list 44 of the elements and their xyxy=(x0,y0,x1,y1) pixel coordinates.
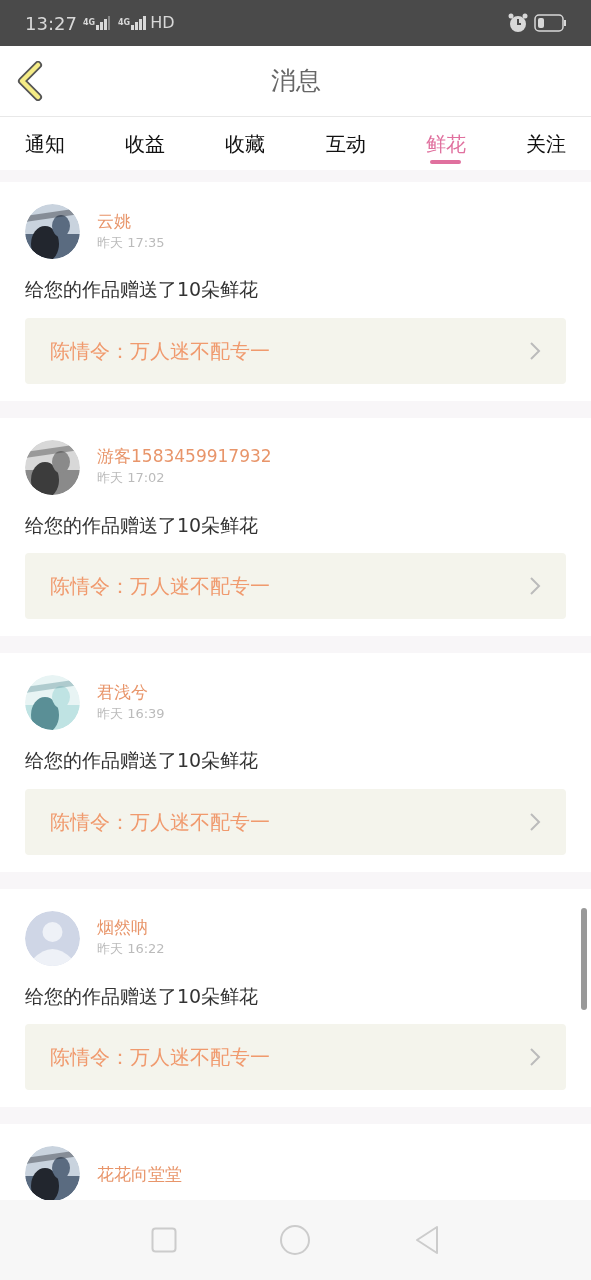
user-name[interactable]: 云姚 xyxy=(97,209,165,232)
user-name[interactable]: 游客1583459917932 xyxy=(97,445,272,467)
tab[interactable]: 收益 xyxy=(110,117,181,170)
home-button[interactable] xyxy=(279,1224,312,1256)
status-time: 13:27 xyxy=(25,11,77,36)
chevron-right-icon xyxy=(529,576,541,596)
message-time: 昨天 16:22 xyxy=(97,940,165,958)
message-time: 昨天 17:02 xyxy=(97,469,166,487)
chevron-right-icon xyxy=(529,811,541,832)
tab[interactable]: 鲜花 xyxy=(410,117,481,170)
message-text: 给您的作品赠送了10朵鲜花 xyxy=(25,512,260,538)
message-text: 给您的作品赠送了10朵鲜花 xyxy=(25,983,260,1009)
user-name[interactable]: 烟然呐 xyxy=(97,916,165,938)
network-label: 4G xyxy=(118,17,131,29)
work-link[interactable]: 陈情令：万人迷不配专一 xyxy=(25,317,566,384)
message-time: 昨天 16:39 xyxy=(97,704,165,723)
recents-button[interactable] xyxy=(151,1227,178,1253)
page-title: 消息 xyxy=(270,65,321,98)
back-nav-button[interactable] xyxy=(413,1225,440,1255)
chevron-right-icon xyxy=(529,340,541,361)
tab[interactable]: 通知 xyxy=(10,117,80,170)
message-text: 给您的作品赠送了10朵鲜花 xyxy=(25,748,260,773)
signal-icon xyxy=(131,16,148,30)
triangle-back-icon xyxy=(413,1225,440,1255)
work-link[interactable]: 陈情令：万人迷不配专一 xyxy=(25,788,566,855)
tab[interactable]: 关注 xyxy=(510,117,581,170)
battery-icon xyxy=(534,14,566,32)
circle-icon xyxy=(279,1224,312,1256)
avatar-placeholder-icon xyxy=(25,910,80,966)
alarm-icon xyxy=(508,13,528,33)
chevron-right-icon xyxy=(529,1047,541,1067)
tab[interactable]: 互动 xyxy=(310,117,381,170)
tab[interactable]: 收藏 xyxy=(210,117,281,170)
user-name[interactable]: 君浅兮 xyxy=(97,680,165,703)
square-icon xyxy=(151,1227,178,1253)
hd-label: HD xyxy=(150,12,175,34)
work-link[interactable]: 陈情令：万人迷不配专一 xyxy=(25,1024,566,1090)
user-name[interactable]: 花花向堂堂 xyxy=(97,1162,182,1185)
message-time: 昨天 17:35 xyxy=(97,233,165,252)
signal-icon xyxy=(96,16,110,30)
tab-indicator xyxy=(430,160,462,164)
work-link[interactable]: 陈情令：万人迷不配专一 xyxy=(25,553,566,619)
message-text: 给您的作品赠送了10朵鲜花 xyxy=(25,277,260,302)
network-label: 4G xyxy=(82,17,95,29)
